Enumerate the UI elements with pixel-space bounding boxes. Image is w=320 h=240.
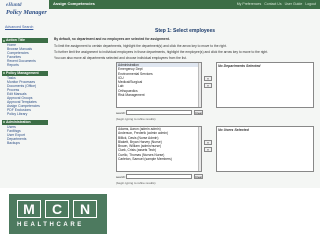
scrollbar[interactable] [198, 127, 201, 171]
search-hint: (begin typing to refine results) [116, 117, 156, 121]
logo-product: Policy Manager [6, 9, 47, 16]
main-content: Step 1: Select employees By default, no … [52, 12, 318, 188]
scrollbar[interactable] [198, 63, 201, 107]
instruction-text: To limit the assignment to certain depar… [54, 44, 227, 48]
logout-link[interactable]: Logout [305, 2, 316, 6]
user-search-input[interactable] [126, 174, 192, 179]
contact-link[interactable]: Contact Us [264, 2, 281, 6]
sidebar-item-backups[interactable]: Backups [2, 141, 48, 145]
bullet-icon [3, 39, 5, 42]
sidebar-heading: Policy Management [2, 70, 48, 76]
sidebar-heading: Action Title [2, 38, 48, 43]
sidebar-section-actions: Action Title Home Browse Manuals Compete… [2, 38, 48, 68]
instruction-text: By default, no department and no employe… [54, 37, 170, 41]
sidebar-item-reports[interactable]: Reports [2, 63, 48, 67]
instruction-text: You can also move all departments select… [54, 56, 187, 60]
empty-selection-text: No Users Selected [218, 128, 249, 132]
advanced-search-link[interactable]: Advanced Search [5, 25, 33, 29]
move-right-button[interactable]: » [204, 140, 212, 145]
sidebar-section-policy-management: Policy Management Tasks Monitor Processe… [2, 70, 48, 117]
move-right-button[interactable]: » [204, 76, 212, 81]
bullet-icon [3, 121, 5, 123]
move-left-button[interactable]: « [204, 83, 212, 88]
search-label: search: [116, 111, 126, 115]
mcn-healthcare-logo: M C N HEALTHCARE [9, 194, 107, 234]
empty-selection-text: No Departments Selected [218, 64, 261, 68]
logo-letter: M [17, 200, 41, 218]
user-picker: Adams, Aaron (admin admin) Anderson, Fre… [116, 126, 314, 185]
search-label: search: [116, 175, 126, 179]
move-buttons: » « [204, 140, 214, 154]
search-hint: (begin typing to refine results) [116, 181, 156, 185]
user-guide-link[interactable]: User Guide [285, 2, 303, 6]
logo-letters: M C N [17, 200, 97, 218]
app-window: Assign Competencies My Preferences Conta… [0, 0, 320, 188]
department-search-row: search: Clear [116, 110, 206, 116]
logo-letter: C [45, 200, 69, 218]
selected-users-list[interactable]: No Users Selected [216, 126, 314, 172]
sidebar-heading: Administration [2, 119, 48, 125]
sidebar-section-administration: Administration Users FaxMsgs User Export… [2, 119, 48, 145]
sidebar-item-policy-library[interactable]: Policy Library [2, 112, 48, 116]
move-buttons: » « [204, 76, 214, 90]
clear-button[interactable]: Clear [194, 110, 203, 115]
logo-letter: N [73, 200, 97, 218]
list-item[interactable]: Risk Management [117, 93, 201, 97]
sidebar: Action Title Home Browse Manuals Compete… [2, 38, 48, 188]
instruction-text: To further limit the assignment to indiv… [54, 50, 269, 54]
user-search-row: search: Clear [116, 174, 206, 180]
top-links: My Preferences Contact Us User Guide Log… [237, 2, 316, 6]
list-item[interactable]: Carleton, Samuel (sample Members) [117, 157, 201, 161]
page-title: Assign Competencies [53, 1, 95, 6]
user-list[interactable]: Adams, Aaron (admin admin) Anderson, Fre… [116, 126, 202, 172]
footer: M C N HEALTHCARE [0, 188, 320, 240]
logo-tagline: HEALTHCARE [17, 222, 84, 228]
department-picker: Administration Emergency Dept Environmen… [116, 62, 314, 121]
logo-brand: eHuntd [6, 3, 22, 8]
step-title: Step 1: Select employees [154, 28, 216, 34]
move-left-button[interactable]: « [204, 147, 212, 152]
app-logo: eHuntd Policy Manager Advanced Search [2, 1, 49, 33]
department-search-input[interactable] [126, 110, 192, 115]
department-list[interactable]: Administration Emergency Dept Environmen… [116, 62, 202, 108]
selected-departments-list[interactable]: No Departments Selected [216, 62, 314, 108]
bullet-icon [3, 72, 5, 75]
clear-button[interactable]: Clear [194, 174, 203, 179]
top-bar: Assign Competencies My Preferences Conta… [49, 0, 320, 9]
preferences-link[interactable]: My Preferences [237, 2, 262, 6]
